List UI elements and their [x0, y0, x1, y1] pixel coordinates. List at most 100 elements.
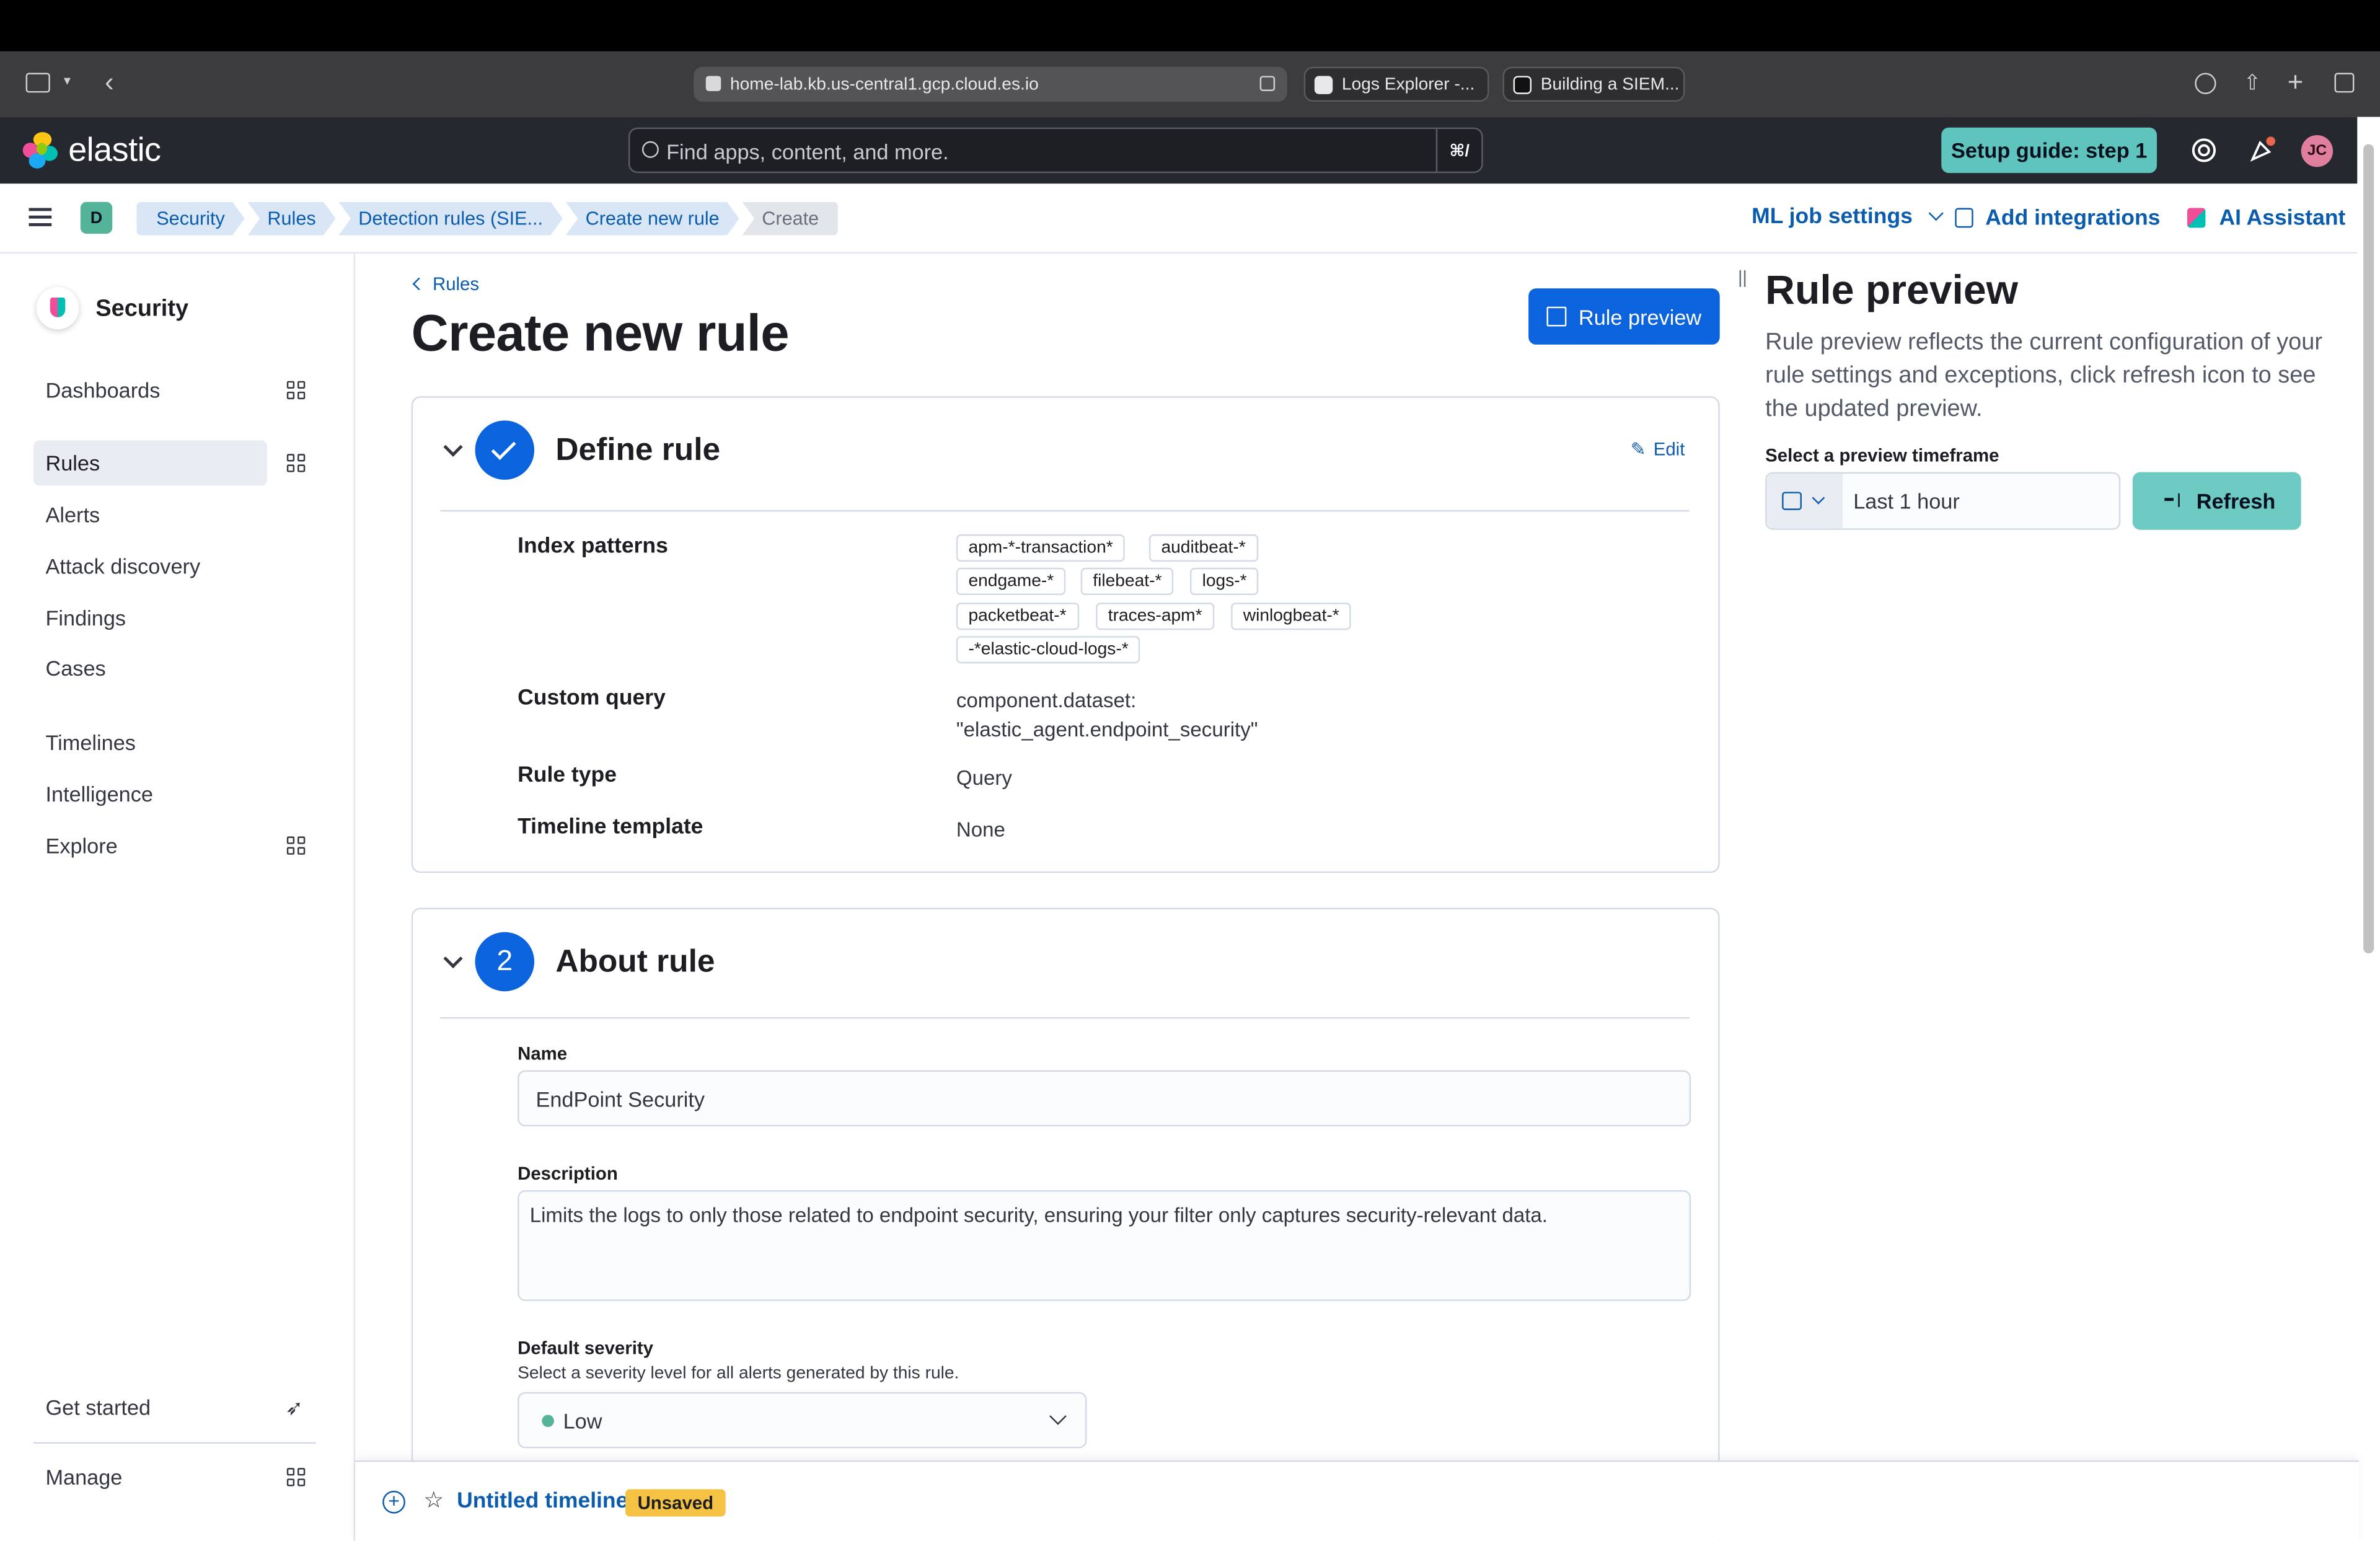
apps-grid-icon[interactable]: [286, 836, 307, 856]
breadcrumb-create: Create: [742, 201, 839, 236]
timeframe-label: Select a preview timeframe: [1765, 444, 1999, 466]
severity-color-dot: [542, 1415, 554, 1428]
browser-tab-building-siem[interactable]: Building a SIEM...: [1502, 66, 1685, 102]
ml-job-settings-button[interactable]: ML job settings: [1752, 205, 1944, 229]
elastic-logo-icon[interactable]: [22, 132, 60, 169]
menu-icon[interactable]: [29, 208, 52, 226]
global-search[interactable]: ⌘/: [628, 127, 1483, 174]
new-tab-icon[interactable]: +: [2288, 68, 2304, 95]
timeline-template-label: Timeline template: [518, 815, 703, 840]
sidebar-item-intelligence[interactable]: Intelligence: [33, 771, 267, 816]
sidebar-item-attack-discovery[interactable]: Attack discovery: [33, 544, 267, 589]
breadcrumb-rules[interactable]: Rules: [248, 202, 336, 236]
timeline-bottom-bar: + ☆ Untitled timeline Unsaved: [355, 1460, 2359, 1541]
rule-name-input[interactable]: [518, 1070, 1691, 1127]
scrollbar-thumb[interactable]: [2363, 144, 2374, 953]
browser-tab-logs-explorer[interactable]: Logs Explorer -...: [1303, 66, 1489, 102]
timeframe-picker[interactable]: Last 1 hour: [1765, 472, 2121, 530]
rule-description-textarea[interactable]: Limits the logs to only those related to…: [518, 1190, 1691, 1301]
download-icon[interactable]: [2195, 73, 2216, 94]
reader-icon[interactable]: [1259, 76, 1276, 91]
sidebar-item-get-started[interactable]: Get started: [33, 1384, 267, 1429]
step-number-badge: 2: [475, 932, 535, 992]
breadcrumb: Security Rules Detection rules (SIE... C…: [136, 201, 842, 236]
index-pattern-tag: winlogbeat-*: [1231, 603, 1352, 630]
tab-overview-icon[interactable]: [2334, 73, 2355, 93]
rocket-icon[interactable]: ➶: [285, 1395, 303, 1421]
severity-help-text: Select a severity level for all alerts g…: [518, 1364, 959, 1384]
edit-label: Edit: [1653, 438, 1685, 461]
window-top-bar: [0, 0, 2380, 52]
timeframe-value: Last 1 hour: [1853, 488, 1960, 513]
ai-assistant-button[interactable]: AI Assistant: [2187, 205, 2345, 231]
index-pattern-tag: filebeat-*: [1080, 567, 1175, 596]
kibana-header: elastic ⌘/ Setup guide: step 1 JC: [0, 117, 2380, 184]
edit-define-rule-button[interactable]: ✎ Edit: [1631, 439, 1685, 460]
sidebar-item-alerts[interactable]: Alerts: [33, 492, 267, 537]
share-icon[interactable]: ⇧: [2244, 71, 2262, 92]
breadcrumb-detection-rules[interactable]: Detection rules (SIE...: [338, 202, 562, 236]
back-arrow-icon[interactable]: ‹: [105, 68, 114, 95]
chevron-down-icon: [1049, 1408, 1067, 1425]
custom-query-line-1: component.dataset:: [956, 689, 1137, 712]
severity-field-label: Default severity: [518, 1337, 653, 1359]
address-bar[interactable]: home-lab.kb.us-central1.gcp.cloud.es.io: [694, 66, 1287, 102]
browser-toolbar: ▾ ‹ home-lab.kb.us-central1.gcp.cloud.es…: [0, 51, 2380, 117]
setup-guide-button[interactable]: Setup guide: step 1: [1941, 127, 2157, 174]
panel-resize-handle[interactable]: [1739, 270, 1746, 287]
sidebar-item-rules[interactable]: Rules: [33, 440, 268, 486]
back-to-rules-link[interactable]: Rules: [412, 273, 479, 294]
index-pattern-tag: packetbeat-*: [956, 603, 1079, 630]
ml-job-settings-label: ML job settings: [1752, 205, 1913, 229]
chevron-left-icon: [412, 277, 426, 291]
index-pattern-tag: traces-apm*: [1096, 603, 1215, 630]
refresh-button[interactable]: Refresh: [2132, 472, 2301, 530]
collapse-chevron-icon[interactable]: [443, 948, 463, 969]
integrations-icon: [1955, 208, 1973, 228]
timeline-title-link[interactable]: Untitled timeline: [457, 1489, 628, 1513]
rule-type-label: Rule type: [518, 763, 617, 788]
rule-preview-button[interactable]: Rule preview: [1528, 288, 1720, 345]
breadcrumb-security[interactable]: Security: [136, 202, 244, 236]
severity-select[interactable]: Low: [518, 1392, 1087, 1449]
user-avatar[interactable]: JC: [2301, 135, 2334, 167]
index-pattern-tag: logs-*: [1190, 567, 1259, 596]
breadcrumb-create-new-rule[interactable]: Create new rule: [566, 202, 739, 236]
star-icon[interactable]: ☆: [423, 1486, 444, 1514]
apps-grid-icon[interactable]: [286, 381, 307, 401]
page-title: Create new rule: [411, 305, 790, 363]
sidebar-item-findings[interactable]: Findings: [33, 595, 267, 640]
collapse-chevron-icon[interactable]: [443, 437, 463, 457]
help-icon[interactable]: [2190, 136, 2218, 164]
sidebar-item-cases[interactable]: Cases: [33, 645, 267, 691]
sidebar-item-timelines[interactable]: Timelines: [33, 720, 267, 765]
apps-grid-icon[interactable]: [286, 1468, 307, 1488]
define-rule-panel: Define rule ✎ Edit Index patterns apm-*-t…: [411, 396, 1720, 873]
sidebar-divider: [33, 1442, 316, 1444]
elastic-wordmark[interactable]: elastic: [68, 131, 161, 170]
side-nav-title[interactable]: Security: [95, 296, 188, 324]
space-avatar[interactable]: D: [80, 201, 113, 234]
quick-select-button[interactable]: [1766, 474, 1843, 529]
index-pattern-tag: endgame-*: [956, 567, 1066, 596]
sidebar-item-manage[interactable]: Manage: [33, 1454, 267, 1499]
step-complete-badge: [475, 420, 535, 480]
search-input[interactable]: [666, 138, 1426, 166]
chevron-down-icon[interactable]: ▾: [64, 74, 71, 88]
sidebar-toggle-icon[interactable]: [25, 73, 50, 93]
add-timeline-icon[interactable]: +: [382, 1490, 405, 1514]
pencil-icon: ✎: [1630, 438, 1646, 461]
chevron-down-icon: [1812, 491, 1825, 505]
sidebar-item-dashboards[interactable]: Dashboards: [33, 368, 267, 413]
apps-grid-icon[interactable]: [286, 454, 307, 474]
define-rule-title: Define rule: [555, 432, 721, 468]
tab-favicon-icon: [1513, 76, 1532, 94]
breadcrumb-bar: D Security Rules Detection rules (SIE...…: [0, 183, 2380, 254]
sidebar-item-explore[interactable]: Explore: [33, 823, 267, 868]
news-feed-icon[interactable]: [2248, 136, 2276, 164]
severity-value: Low: [563, 1408, 602, 1433]
add-integrations-link[interactable]: Add integrations: [1955, 205, 2160, 231]
add-integrations-label: Add integrations: [1985, 206, 2161, 231]
tab-favicon-icon: [1314, 76, 1333, 94]
security-logo-icon: [36, 286, 79, 330]
